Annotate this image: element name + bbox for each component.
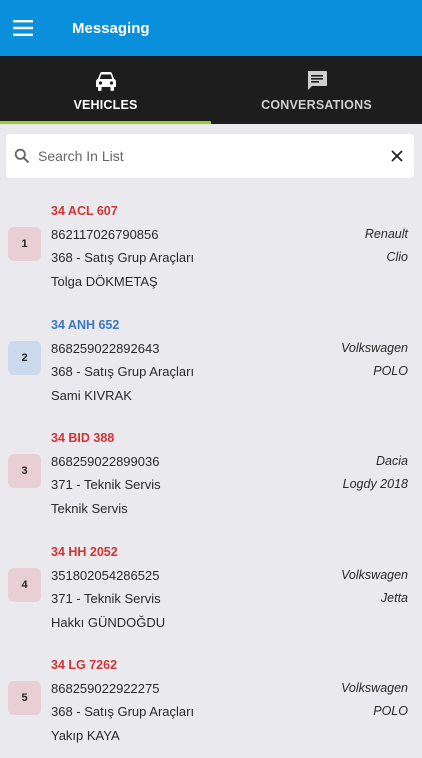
vehicle-group: 368 - Satış Grup Araçları xyxy=(51,250,195,265)
list-item[interactable]: 1 34 ACL 607 862117026790856 368 - Satış… xyxy=(0,190,422,304)
tab-conversations[interactable]: CONVERSATIONS xyxy=(211,56,422,124)
vehicle-group: 371 - Teknik Servis xyxy=(51,477,161,492)
tab-vehicles[interactable]: VEHICLES xyxy=(0,56,211,124)
tab-bar: VEHICLES CONVERSATIONS xyxy=(0,56,422,124)
hamburger-icon xyxy=(13,20,33,36)
vehicle-group: 371 - Teknik Servis xyxy=(51,590,161,606)
vehicle-model: Logdy 2018 xyxy=(342,477,408,491)
index-badge: 2 xyxy=(8,340,41,375)
vehicle-list: 1 34 ACL 607 862117026790856 368 - Satış… xyxy=(0,190,422,758)
vehicle-make: Renault xyxy=(364,227,408,241)
list-item[interactable]: 2 34 ANH 652 868259022892643 368 - Satış… xyxy=(0,304,422,418)
close-icon xyxy=(391,150,403,162)
vehicle-make: Dacia xyxy=(376,454,408,468)
vehicle-imei: 868259022922275 xyxy=(51,681,160,696)
vehicle-driver: Teknik Servis xyxy=(51,501,128,516)
list-item[interactable]: 3 34 BID 388 868259022899036 371 - Tekni… xyxy=(0,417,422,531)
vehicle-model: Clio xyxy=(386,250,408,264)
search-input[interactable] xyxy=(38,148,380,164)
vehicle-make: Volkswagen xyxy=(341,340,408,355)
vehicle-driver: Hakkı GÜNDOĞDU xyxy=(51,614,166,630)
tab-vehicles-label: VEHICLES xyxy=(73,98,138,112)
vehicle-plate: 34 LG 7262 xyxy=(51,658,118,672)
vehicle-group: 368 - Satış Grup Araçları xyxy=(51,704,195,719)
vehicle-model: POLO xyxy=(373,704,408,718)
vehicle-make: Volkswagen xyxy=(341,681,408,695)
car-icon xyxy=(95,72,116,91)
active-tab-indicator xyxy=(0,121,211,124)
vehicle-imei: 868259022892643 xyxy=(51,340,160,356)
menu-button[interactable] xyxy=(0,0,46,56)
tab-indicator xyxy=(211,121,422,124)
list-item[interactable]: 5 34 LG 7262 868259022922275 368 - Satış… xyxy=(0,644,422,758)
search-icon xyxy=(14,148,30,164)
vehicle-plate: 34 ACL 607 xyxy=(51,204,118,218)
page-title: Messaging xyxy=(72,19,150,37)
vehicle-imei: 868259022899036 xyxy=(51,454,160,469)
vehicle-imei: 351802054286525 xyxy=(51,567,160,583)
app-bar: Messaging xyxy=(0,0,422,56)
vehicle-driver: Sami KIVRAK xyxy=(51,387,132,403)
vehicle-imei: 862117026790856 xyxy=(51,227,159,242)
vehicle-make: Volkswagen xyxy=(341,567,408,582)
vehicle-plate: 34 HH 2052 xyxy=(51,544,118,559)
index-badge: 1 xyxy=(8,227,41,261)
vehicle-plate: 34 ANH 652 xyxy=(51,317,120,332)
vehicle-plate: 34 BID 388 xyxy=(51,431,115,445)
vehicle-driver: Yakıp KAYA xyxy=(51,728,120,743)
chat-icon xyxy=(307,71,327,90)
vehicle-group: 368 - Satış Grup Araçları xyxy=(51,363,195,379)
index-badge: 5 xyxy=(8,681,41,715)
clear-search-button[interactable] xyxy=(380,134,414,178)
list-item[interactable]: 4 34 HH 2052 351802054286525 371 - Tekni… xyxy=(0,531,422,645)
tab-conversations-label: CONVERSATIONS xyxy=(261,98,372,112)
vehicle-model: Jetta xyxy=(380,590,408,605)
index-badge: 3 xyxy=(8,454,41,488)
search-bar xyxy=(6,134,414,178)
index-badge: 4 xyxy=(8,567,41,602)
vehicle-driver: Tolga DÖKMETAŞ xyxy=(51,274,158,289)
vehicle-model: POLO xyxy=(373,363,408,378)
